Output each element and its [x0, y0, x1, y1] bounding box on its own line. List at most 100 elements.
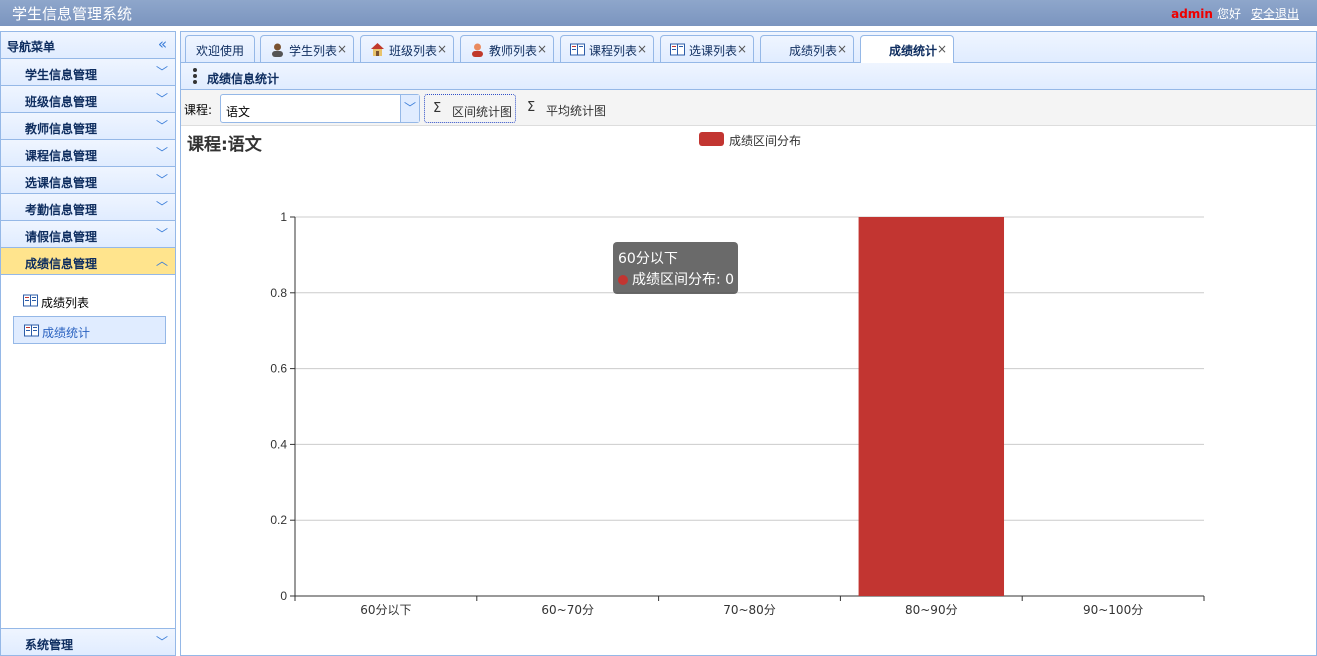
accordion-attendance[interactable]: 考勤信息管理 ﹀	[1, 194, 175, 221]
sidebar-item-label: 成绩统计	[42, 326, 91, 340]
tab-bar: 欢迎使用 学生列表 × 班级列表 × 教师列表 × 课程列表 × 选课列表 × 成绩列表 × 成绩统计 ×	[181, 32, 1316, 63]
chevron-down-icon: ﹀	[155, 92, 168, 106]
x-tick-label: 80~90分	[905, 603, 958, 617]
sigma-icon: Σ	[527, 100, 536, 115]
accordion-leave[interactable]: 请假信息管理 ﹀	[1, 221, 175, 248]
sidebar-item-label: 成绩列表	[41, 296, 90, 310]
bar-chart: 0 0.2 0.4 0.6 0.8 1 60分以下 60~70分 70~80分 80~90分 90~…	[270, 210, 1205, 617]
tab-4[interactable]: 课程列表 ×	[560, 35, 654, 62]
range-chart-label: 区间统计图	[452, 105, 513, 119]
sidebar-item-score-list[interactable]: 成绩列表	[13, 287, 166, 315]
accordion-class[interactable]: 班级信息管理 ﹀	[1, 86, 175, 113]
accordion-selection[interactable]: 选课信息管理 ﹀	[1, 167, 175, 194]
course-select-value: 语文	[226, 105, 251, 119]
x-tick-label: 60~70分	[541, 603, 594, 617]
range-chart-button[interactable]: Σ 区间统计图	[424, 94, 516, 123]
user-icon	[272, 43, 283, 57]
x-tick-label: 60分以下	[360, 603, 411, 617]
top-header: 学生信息管理系统 admin 您好 安全退出	[0, 0, 1317, 26]
toolbar: 课程: 语文 ﹀ Σ 区间统计图 Σ 平均统计图	[181, 90, 1316, 126]
book-icon	[570, 43, 585, 56]
accordion-label: 教师信息管理	[25, 122, 98, 136]
accordion-system[interactable]: 系统管理 ﹀	[1, 628, 175, 655]
panel-title: 成绩信息统计	[207, 72, 280, 86]
bar	[858, 217, 1005, 596]
close-icon[interactable]: ×	[537, 42, 547, 56]
accordion-course[interactable]: 课程信息管理 ﹀	[1, 140, 175, 167]
chevron-up-icon: ︿	[155, 254, 168, 268]
tab-6[interactable]: 成绩列表 ×	[760, 35, 854, 62]
house-icon	[371, 43, 384, 56]
tooltip-title: 60分以下	[618, 251, 678, 267]
tab-label: 班级列表	[389, 44, 438, 58]
chevron-down-icon: ﹀	[155, 65, 168, 79]
greeting: 您好	[1216, 7, 1241, 21]
chevron-down-icon: ﹀	[155, 635, 168, 649]
accordion-teacher[interactable]: 教师信息管理 ﹀	[1, 113, 175, 140]
chevron-down-icon: ﹀	[155, 173, 168, 187]
sidebar-header: 导航菜单 «	[1, 32, 175, 59]
accordion-body: 成绩列表 成绩统计	[1, 275, 175, 627]
average-chart-label: 平均统计图	[546, 104, 607, 118]
close-icon[interactable]: ×	[937, 42, 947, 56]
tab-7[interactable]: 成绩统计 ×	[860, 35, 954, 63]
collapse-left-icon[interactable]: «	[158, 35, 167, 53]
tab-0[interactable]: 欢迎使用	[185, 35, 255, 62]
tab-5[interactable]: 选课列表 ×	[660, 35, 754, 62]
book-icon	[670, 43, 685, 56]
course-label: 课程:	[184, 103, 213, 117]
chevron-down-icon: ﹀	[155, 200, 168, 214]
teacher-icon	[472, 43, 483, 57]
chevron-down-icon[interactable]: ﹀	[400, 95, 419, 122]
accordion-label: 班级信息管理	[25, 95, 98, 109]
panel-header: 成绩信息统计	[181, 63, 1316, 90]
chevron-down-icon: ﹀	[155, 119, 168, 133]
menu-dots-icon[interactable]	[193, 68, 197, 86]
close-icon[interactable]: ×	[737, 42, 747, 56]
y-tick-label: 0	[280, 589, 287, 603]
user-area: admin 您好 安全退出	[1171, 5, 1299, 22]
sidebar: 导航菜单 « 学生信息管理 ﹀ 班级信息管理 ﹀ 教师信息管理 ﹀ 课程信息管理 ﹀ 选…	[0, 31, 176, 656]
close-icon[interactable]: ×	[337, 42, 347, 56]
tab-label: 课程列表	[589, 44, 638, 58]
close-icon[interactable]: ×	[437, 42, 447, 56]
sidebar-item-score-stats[interactable]: 成绩统计	[13, 316, 166, 344]
accordion-student[interactable]: 学生信息管理 ﹀	[1, 59, 175, 86]
chevron-down-icon: ﹀	[155, 146, 168, 160]
close-icon[interactable]: ×	[637, 42, 647, 56]
y-tick-label: 1	[280, 210, 287, 224]
accordion-score[interactable]: 成绩信息管理 ︿	[1, 248, 175, 275]
user-name: admin	[1171, 7, 1213, 21]
book-icon	[24, 324, 39, 337]
tab-label: 成绩统计	[889, 44, 938, 58]
tab-label: 选课列表	[689, 44, 738, 58]
chevron-down-icon: ﹀	[155, 227, 168, 241]
tab-3[interactable]: 教师列表 ×	[460, 35, 554, 62]
average-chart-button[interactable]: Σ 平均统计图	[519, 94, 611, 123]
accordion-label: 选课信息管理	[25, 176, 98, 190]
tab-label: 欢迎使用	[196, 44, 245, 58]
logout-link[interactable]: 安全退出	[1251, 7, 1299, 21]
accordion-label: 学生信息管理	[25, 68, 98, 82]
tab-label: 学生列表	[289, 44, 338, 58]
chart-tooltip: 60分以下 成绩区间分布: 0	[613, 242, 738, 294]
tab-label: 成绩列表	[789, 44, 838, 58]
tooltip-marker	[618, 275, 628, 285]
y-tick-label: 0.8	[270, 286, 287, 300]
sigma-icon: Σ	[433, 101, 442, 116]
accordion-label: 系统管理	[25, 638, 74, 652]
y-tick-label: 0.2	[270, 513, 287, 527]
accordion-label: 请假信息管理	[25, 230, 98, 244]
app-title: 学生信息管理系统	[12, 5, 133, 23]
chart-area: 课程:语文 成绩区间分布 0 0.2 0.4 0.6 0.8 1 60分以下 60~70分 70…	[181, 126, 1316, 655]
y-tick-label: 0.4	[270, 437, 287, 451]
close-icon[interactable]: ×	[837, 42, 847, 56]
course-select[interactable]: 语文 ﹀	[220, 94, 420, 123]
tab-label: 教师列表	[489, 44, 538, 58]
accordion-label: 考勤信息管理	[25, 203, 98, 217]
main-panel: 欢迎使用 学生列表 × 班级列表 × 教师列表 × 课程列表 × 选课列表 × 成绩列表 × 成绩统计 × …	[180, 31, 1317, 656]
tab-1[interactable]: 学生列表 ×	[260, 35, 354, 62]
accordion-label: 成绩信息管理	[25, 257, 98, 271]
tooltip-value: 成绩区间分布: 0	[632, 272, 735, 288]
tab-2[interactable]: 班级列表 ×	[360, 35, 454, 62]
